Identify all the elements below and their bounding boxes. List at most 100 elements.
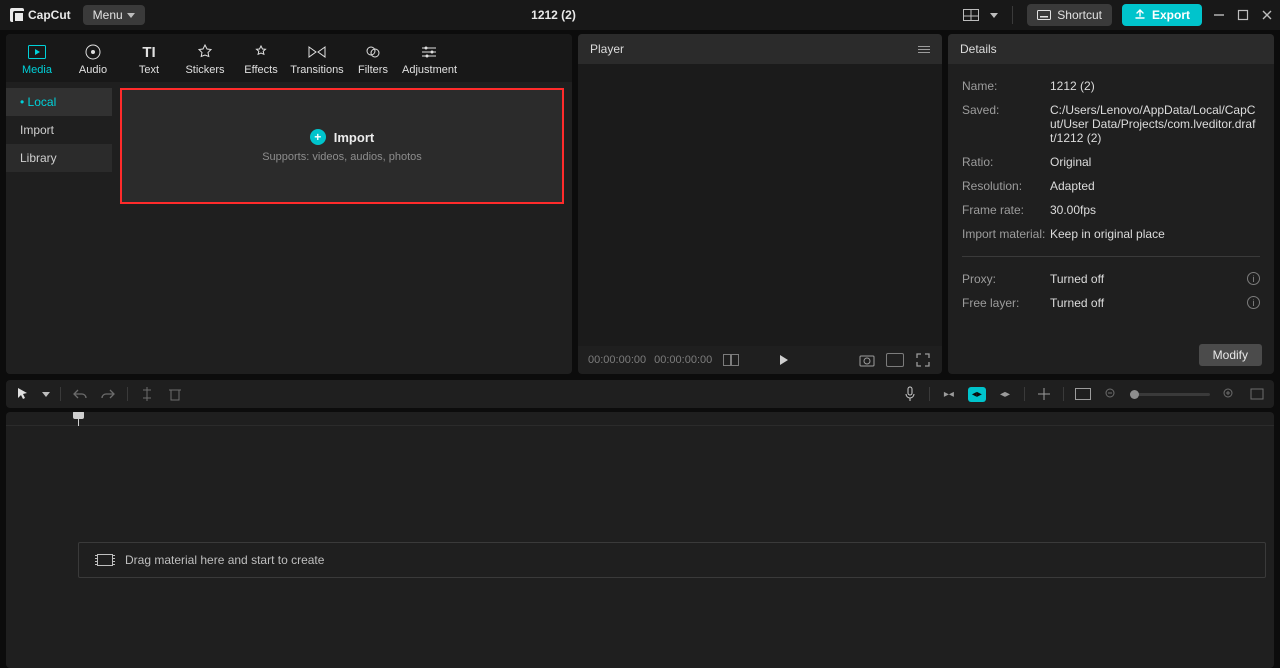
import-title-row: + Import xyxy=(310,129,374,145)
magnet-left-icon[interactable]: ▸◂ xyxy=(940,387,958,402)
delete-icon[interactable] xyxy=(166,385,184,403)
project-title: 1212 (2) xyxy=(145,8,963,22)
time-total: 00:00:00:00 xyxy=(654,354,712,366)
tab-label: Filters xyxy=(346,64,400,76)
sidebar-item-import[interactable]: Import xyxy=(6,116,112,144)
tab-media[interactable]: Media xyxy=(10,38,64,82)
divider xyxy=(962,256,1260,257)
shortcut-button[interactable]: Shortcut xyxy=(1027,4,1112,26)
split-icon[interactable] xyxy=(138,385,156,403)
details-footer: Modify xyxy=(948,336,1274,374)
detail-row-proxy: Proxy: Turned off i xyxy=(962,267,1260,291)
tab-label: Text xyxy=(122,64,176,76)
zoom-slider[interactable] xyxy=(1130,393,1210,396)
player-menu-icon[interactable] xyxy=(918,46,930,53)
tab-filters[interactable]: Filters xyxy=(346,38,400,82)
details-panel: Details Name: 1212 (2) Saved: C:/Users/L… xyxy=(948,34,1274,374)
time-current: 00:00:00:00 xyxy=(588,354,646,366)
fullscreen-icon[interactable] xyxy=(914,351,932,369)
details-header: Details xyxy=(948,34,1274,64)
preview-icon[interactable] xyxy=(1074,385,1092,403)
media-sidebar: Local Import Library xyxy=(6,82,112,374)
sidebar-item-library[interactable]: Library xyxy=(6,144,112,172)
detail-value: 30.00fps xyxy=(1050,203,1260,217)
zoom-out-icon[interactable] xyxy=(1102,385,1120,403)
sidebar-item-local[interactable]: Local xyxy=(6,88,112,116)
tab-label: Stickers xyxy=(178,64,232,76)
app-logo-icon xyxy=(10,8,24,22)
timeline[interactable]: Drag material here and start to create xyxy=(6,412,1274,668)
divider xyxy=(127,387,128,401)
window-maximize-button[interactable] xyxy=(1236,8,1250,22)
detail-row-import-material: Import material: Keep in original place xyxy=(962,222,1260,246)
window-minimize-button[interactable] xyxy=(1212,8,1226,22)
magnet-right-icon[interactable]: ◂▸ xyxy=(996,387,1014,402)
info-icon[interactable]: i xyxy=(1247,296,1260,309)
keyboard-icon xyxy=(1037,10,1051,20)
menu-button[interactable]: Menu xyxy=(83,5,145,25)
media-panel: Media Audio TI Text Stickers Effects Tra… xyxy=(6,34,572,374)
tab-adjustment[interactable]: Adjustment xyxy=(402,38,456,82)
player-header: Player xyxy=(578,34,942,64)
film-icon xyxy=(10,42,64,62)
snapshot-icon[interactable] xyxy=(858,351,876,369)
play-button[interactable] xyxy=(780,355,788,365)
divider xyxy=(1012,6,1013,24)
detail-label: Free layer: xyxy=(962,296,1050,310)
import-dropzone[interactable]: + Import Supports: videos, audios, photo… xyxy=(120,88,564,204)
timeline-drop-track[interactable]: Drag material here and start to create xyxy=(78,542,1266,578)
sidebar-item-label: Library xyxy=(20,151,57,165)
magnet-center-icon[interactable]: ◂▸ xyxy=(968,387,986,402)
effects-icon xyxy=(234,42,288,62)
redo-icon[interactable] xyxy=(99,385,117,403)
zoom-in-icon[interactable] xyxy=(1220,385,1238,403)
detail-label: Frame rate: xyxy=(962,203,1050,217)
fit-icon[interactable] xyxy=(1248,385,1266,403)
titlebar-right: Shortcut Export xyxy=(962,4,1274,26)
top-row: Media Audio TI Text Stickers Effects Tra… xyxy=(0,30,1280,376)
import-subtitle: Supports: videos, audios, photos xyxy=(262,151,422,163)
divider xyxy=(60,387,61,401)
tab-stickers[interactable]: Stickers xyxy=(178,38,232,82)
tab-effects[interactable]: Effects xyxy=(234,38,288,82)
playhead[interactable] xyxy=(78,412,79,426)
tab-text[interactable]: TI Text xyxy=(122,38,176,82)
player-title: Player xyxy=(590,42,624,56)
detail-value: Keep in original place xyxy=(1050,227,1260,241)
transitions-icon xyxy=(290,42,344,62)
sticker-icon xyxy=(178,42,232,62)
align-icon[interactable] xyxy=(1035,385,1053,403)
chevron-down-icon[interactable] xyxy=(990,13,998,18)
tab-audio[interactable]: Audio xyxy=(66,38,120,82)
detail-value: Turned off xyxy=(1050,272,1247,286)
aspect-ratio-button[interactable] xyxy=(886,351,904,369)
timeline-hint: Drag material here and start to create xyxy=(125,553,324,567)
modify-button[interactable]: Modify xyxy=(1199,344,1262,366)
mic-icon[interactable] xyxy=(901,385,919,403)
player-viewport[interactable] xyxy=(578,64,942,346)
tab-transitions[interactable]: Transitions xyxy=(290,38,344,82)
detail-label: Proxy: xyxy=(962,272,1050,286)
window-close-button[interactable] xyxy=(1260,8,1274,22)
layout-icon[interactable] xyxy=(962,6,980,24)
film-icon xyxy=(97,554,113,566)
import-title: Import xyxy=(334,130,374,145)
divider xyxy=(1024,387,1025,401)
export-label: Export xyxy=(1152,8,1190,22)
export-button[interactable]: Export xyxy=(1122,4,1202,26)
undo-icon[interactable] xyxy=(71,385,89,403)
chevron-down-icon[interactable] xyxy=(42,392,50,397)
adjustment-icon xyxy=(402,42,456,62)
detail-value: 1212 (2) xyxy=(1050,79,1260,93)
divider xyxy=(929,387,930,401)
plus-icon: + xyxy=(310,129,326,145)
info-icon[interactable]: i xyxy=(1247,272,1260,285)
modify-label: Modify xyxy=(1213,348,1248,362)
compare-icon[interactable] xyxy=(722,351,740,369)
detail-row-free-layer: Free layer: Turned off i xyxy=(962,291,1260,315)
app-name: CapCut xyxy=(28,8,71,22)
timeline-ruler[interactable] xyxy=(6,412,1274,426)
app-logo: CapCut xyxy=(6,8,75,22)
detail-row-saved: Saved: C:/Users/Lenovo/AppData/Local/Cap… xyxy=(962,98,1260,150)
select-tool-icon[interactable] xyxy=(14,385,32,403)
